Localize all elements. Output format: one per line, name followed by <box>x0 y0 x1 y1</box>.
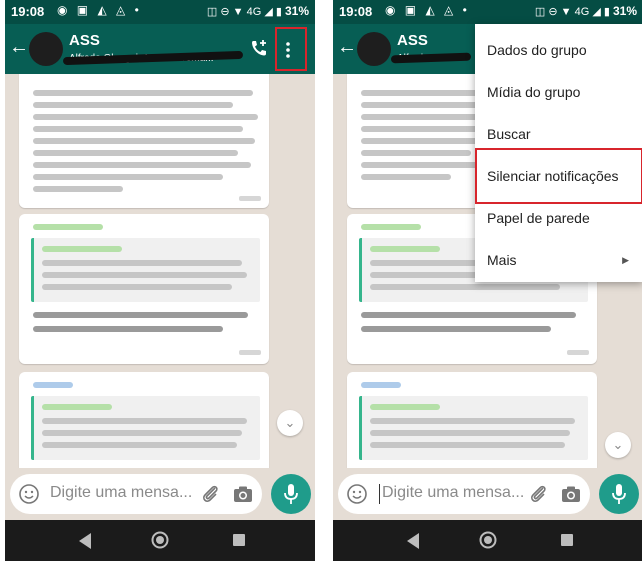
system-icons: ◫ ⊖ ▼ 4G ◢ ▮ 31% <box>206 4 309 18</box>
menu-item-wallpaper[interactable]: Papel de parede <box>475 198 642 239</box>
android-nav-bar <box>5 520 315 561</box>
emoji-icon[interactable] <box>18 483 40 505</box>
status-bar: 19:08 ◉ ▣ ◭ ◬ • ◫ ⊖ ▼ 4G ◢ ▮ 31% <box>333 0 642 24</box>
camera-icon[interactable] <box>560 483 582 505</box>
phone-screen-left: 19:08 ◉ ▣ ◭ ◬ • ◫ ⊖ ▼ 4G ◢ ▮ 31% ← ASS A… <box>5 0 315 561</box>
message-input-bar[interactable]: Digite uma mensa... <box>338 474 590 514</box>
status-time: 19:08 <box>339 4 373 19</box>
network-type: 4G <box>246 6 262 18</box>
nav-back-icon[interactable] <box>405 532 421 550</box>
nav-recent-icon[interactable] <box>233 534 245 546</box>
back-arrow-icon[interactable]: ← <box>9 37 29 57</box>
message-bubble[interactable] <box>347 372 597 468</box>
status-bar: 19:08 ◉ ▣ ◭ ◬ • ◫ ⊖ ▼ 4G ◢ ▮ 31% <box>5 0 315 24</box>
phone-screen-right: 19:08 ◉ ▣ ◭ ◬ • ◫ ⊖ ▼ 4G ◢ ▮ 31% ← ASS A… <box>333 0 642 561</box>
scroll-down-icon[interactable]: ⌄ <box>605 432 631 458</box>
nav-back-icon[interactable] <box>77 532 93 550</box>
nav-home-icon[interactable] <box>479 531 497 549</box>
message-input[interactable]: Digite uma mensa... <box>382 484 524 502</box>
group-name[interactable]: ASS <box>69 32 100 49</box>
mute-option-highlight <box>475 148 642 204</box>
system-icons: ◫ ⊖ ▼ 4G ◢ ▮ 31% <box>534 4 637 18</box>
battery-level: 31% <box>612 4 637 18</box>
message-list[interactable]: ⌄ <box>5 74 315 468</box>
menu-button-highlight <box>275 27 307 71</box>
message-bubble[interactable] <box>19 372 269 468</box>
menu-item-more-label: Mais <box>487 252 517 268</box>
mic-button[interactable] <box>599 474 639 514</box>
network-type: 4G <box>574 6 590 18</box>
submenu-arrow-icon: ▶ <box>622 255 629 265</box>
menu-item-more[interactable]: Mais ▶ <box>475 240 642 281</box>
add-call-icon[interactable] <box>249 38 269 58</box>
message-input-bar[interactable]: Digite uma mensa... <box>10 474 262 514</box>
overflow-menu: Dados do grupo Mídia do grupo Buscar Sil… <box>475 24 642 282</box>
back-arrow-icon[interactable]: ← <box>337 37 357 57</box>
message-bubble[interactable] <box>19 214 269 364</box>
text-cursor <box>379 484 380 504</box>
group-avatar[interactable] <box>29 32 63 66</box>
android-nav-bar <box>333 520 642 561</box>
message-bubble[interactable] <box>19 74 269 208</box>
menu-item-group-info[interactable]: Dados do grupo <box>475 30 642 71</box>
group-name[interactable]: ASS <box>397 32 428 49</box>
mic-button[interactable] <box>271 474 311 514</box>
group-avatar[interactable] <box>357 32 391 66</box>
notification-icons: ◉ ▣ ◭ ◬ • <box>385 3 470 17</box>
attach-icon[interactable] <box>200 483 222 505</box>
message-input[interactable]: Digite uma mensa... <box>50 484 192 502</box>
nav-home-icon[interactable] <box>151 531 169 549</box>
nav-recent-icon[interactable] <box>561 534 573 546</box>
battery-level: 31% <box>284 4 309 18</box>
scroll-down-icon[interactable]: ⌄ <box>277 410 303 436</box>
notification-icons: ◉ ▣ ◭ ◬ • <box>57 3 142 17</box>
attach-icon[interactable] <box>528 483 550 505</box>
mic-icon <box>612 484 626 504</box>
mic-icon <box>284 484 298 504</box>
emoji-icon[interactable] <box>346 483 368 505</box>
status-time: 19:08 <box>11 4 45 19</box>
chat-header: ← ASS Alfredo Glaggei, Asse Shirema... <box>5 24 315 74</box>
menu-item-group-media[interactable]: Mídia do grupo <box>475 72 642 113</box>
camera-icon[interactable] <box>232 483 254 505</box>
